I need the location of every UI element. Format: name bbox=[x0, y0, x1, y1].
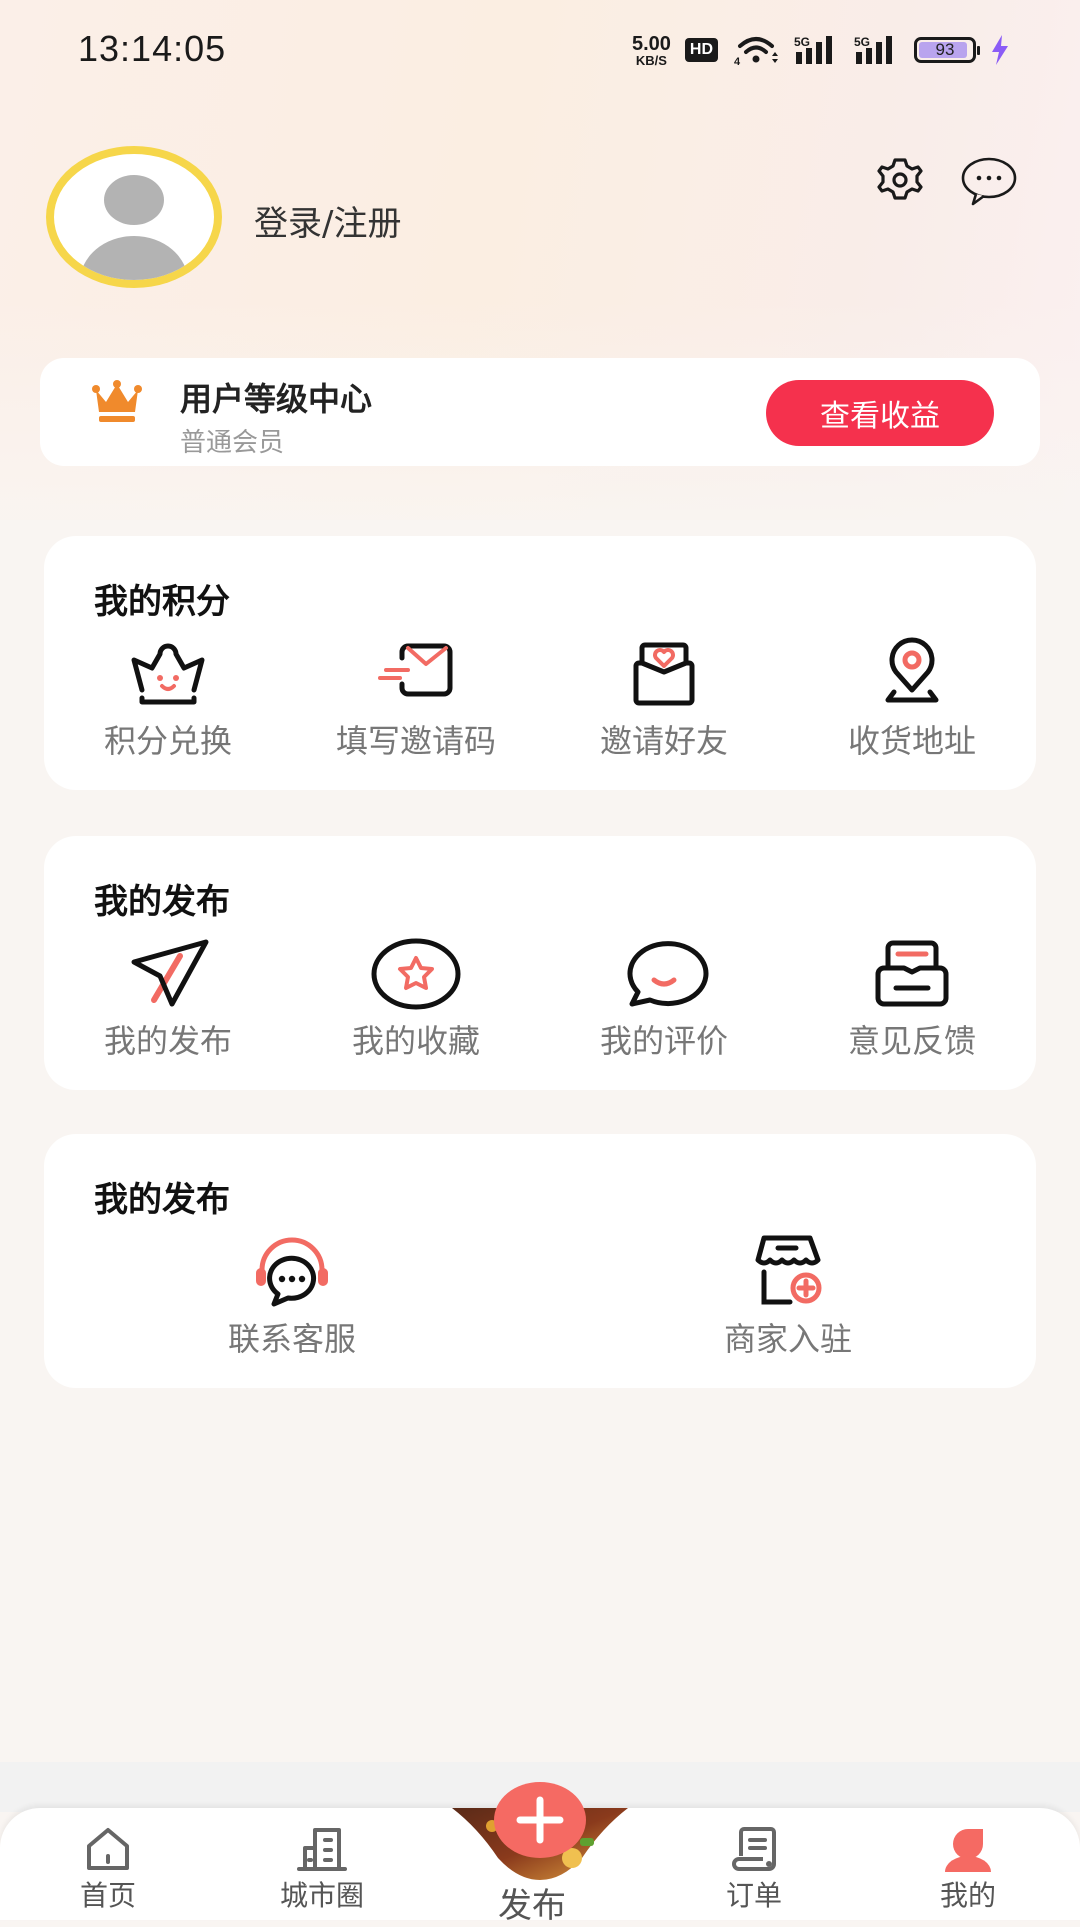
status-icons: 5.00 KB/S HD 4 5G 5G 93 bbox=[632, 30, 1010, 70]
my-posts-item[interactable]: 我的发布 bbox=[44, 936, 292, 1062]
item-label: 积分兑换 bbox=[103, 722, 232, 760]
membership-level: 普通会员 bbox=[180, 428, 285, 458]
avatar[interactable] bbox=[46, 146, 222, 288]
location-pin-icon bbox=[885, 637, 939, 703]
network-speed: 5.00 KB/S bbox=[632, 34, 671, 67]
avatar-placeholder bbox=[54, 154, 214, 280]
item-label: 意见反馈 bbox=[847, 1022, 976, 1060]
item-label: 我的评价 bbox=[599, 1022, 728, 1060]
svg-text:5G: 5G bbox=[794, 35, 810, 49]
user-icon bbox=[945, 1829, 991, 1872]
invite-friends-item[interactable]: 邀请好友 bbox=[540, 636, 788, 762]
feedback-item[interactable]: 意见反馈 bbox=[788, 936, 1036, 1062]
mail-send-icon bbox=[378, 643, 453, 697]
inbox-tray-icon bbox=[875, 940, 949, 1007]
section-title: 我的积分 bbox=[94, 582, 230, 622]
city-building-icon bbox=[297, 1828, 347, 1871]
service-grid: 联系客服 商家入驻 bbox=[44, 1234, 1036, 1360]
tab-city-circle[interactable]: 城市圈 bbox=[252, 1826, 392, 1914]
item-label: 联系客服 bbox=[227, 1320, 356, 1358]
wifi-icon: 4 bbox=[734, 37, 778, 66]
tab-mine[interactable]: 我的 bbox=[898, 1826, 1038, 1914]
contact-support-item[interactable]: 联系客服 bbox=[44, 1234, 540, 1360]
crown-icon bbox=[92, 380, 142, 422]
status-time: 13:14:05 bbox=[78, 28, 227, 69]
smile-bubble-icon bbox=[627, 941, 709, 1007]
signal-sim1-icon: 5G bbox=[794, 35, 832, 64]
home-icon bbox=[87, 1828, 129, 1870]
item-label: 我的收藏 bbox=[351, 1022, 480, 1060]
network-speed-unit: KB/S bbox=[635, 52, 667, 68]
points-section: 我的积分 积分兑换 填写邀请码 邀请好友 收货地址 bbox=[44, 536, 1036, 790]
status-bar: 13:14:05 5.00 KB/S HD 4 5G 5G 93 bbox=[0, 0, 1080, 100]
publish-button[interactable] bbox=[494, 1782, 586, 1858]
chat-bubble-icon[interactable] bbox=[956, 150, 1022, 210]
item-label: 邀请好友 bbox=[599, 722, 728, 760]
order-scroll-icon bbox=[732, 1827, 776, 1871]
paper-plane-icon bbox=[131, 939, 209, 1007]
points-exchange-item[interactable]: 积分兑换 bbox=[44, 636, 292, 762]
battery-level: 93 bbox=[935, 40, 955, 59]
star-circle-icon bbox=[371, 938, 461, 1010]
network-speed-value: 5.00 bbox=[631, 32, 671, 55]
my-favorites-item[interactable]: 我的收藏 bbox=[292, 936, 540, 1062]
section-title: 我的发布 bbox=[94, 882, 230, 922]
headset-chat-icon bbox=[256, 1237, 328, 1307]
tab-label: 首页 bbox=[79, 1879, 136, 1912]
login-register-link[interactable]: 登录/注册 bbox=[254, 196, 401, 245]
my-posts-section: 我的发布 我的发布 我的收藏 我的评价 意见反馈 bbox=[44, 836, 1036, 1090]
signal-sim2-icon: 5G bbox=[854, 35, 892, 64]
shop-add-icon bbox=[755, 1235, 822, 1305]
enter-invite-code-item[interactable]: 填写邀请码 bbox=[292, 636, 540, 762]
svg-text:4: 4 bbox=[734, 56, 741, 66]
level-center-title: 用户等级中心 bbox=[180, 380, 373, 418]
points-grid: 积分兑换 填写邀请码 邀请好友 收货地址 bbox=[44, 636, 1036, 762]
crown-smile-icon bbox=[131, 643, 205, 705]
plus-icon bbox=[516, 1796, 564, 1844]
tab-home[interactable]: 首页 bbox=[38, 1826, 178, 1914]
item-label: 填写邀请码 bbox=[335, 722, 496, 760]
gear-icon[interactable] bbox=[870, 150, 930, 210]
item-label: 我的发布 bbox=[103, 1022, 232, 1060]
posts-grid: 我的发布 我的收藏 我的评价 意见反馈 bbox=[44, 936, 1036, 1062]
tab-label: 城市圈 bbox=[279, 1879, 364, 1912]
tab-label: 订单 bbox=[725, 1879, 782, 1912]
charging-bolt-icon bbox=[992, 35, 1008, 65]
view-earnings-button[interactable]: 查看收益 bbox=[766, 380, 994, 446]
envelope-heart-icon bbox=[633, 642, 695, 706]
item-label: 商家入驻 bbox=[723, 1320, 852, 1358]
hd-badge-icon: HD bbox=[684, 38, 718, 62]
service-section: 我的发布 联系客服 商家入驻 bbox=[44, 1134, 1036, 1388]
section-title: 我的发布 bbox=[94, 1180, 230, 1220]
my-reviews-item[interactable]: 我的评价 bbox=[540, 936, 788, 1062]
shipping-address-item[interactable]: 收货地址 bbox=[788, 636, 1036, 762]
item-label: 收货地址 bbox=[847, 722, 976, 760]
user-level-card[interactable]: 用户等级中心 普通会员 查看收益 bbox=[40, 358, 1040, 466]
merchant-join-item[interactable]: 商家入驻 bbox=[540, 1234, 1036, 1360]
user-silhouette-icon bbox=[80, 175, 188, 280]
tab-orders[interactable]: 订单 bbox=[684, 1826, 824, 1914]
battery-icon: 93 bbox=[914, 37, 980, 63]
tab-label: 我的 bbox=[939, 1879, 996, 1912]
svg-text:5G: 5G bbox=[854, 35, 870, 49]
